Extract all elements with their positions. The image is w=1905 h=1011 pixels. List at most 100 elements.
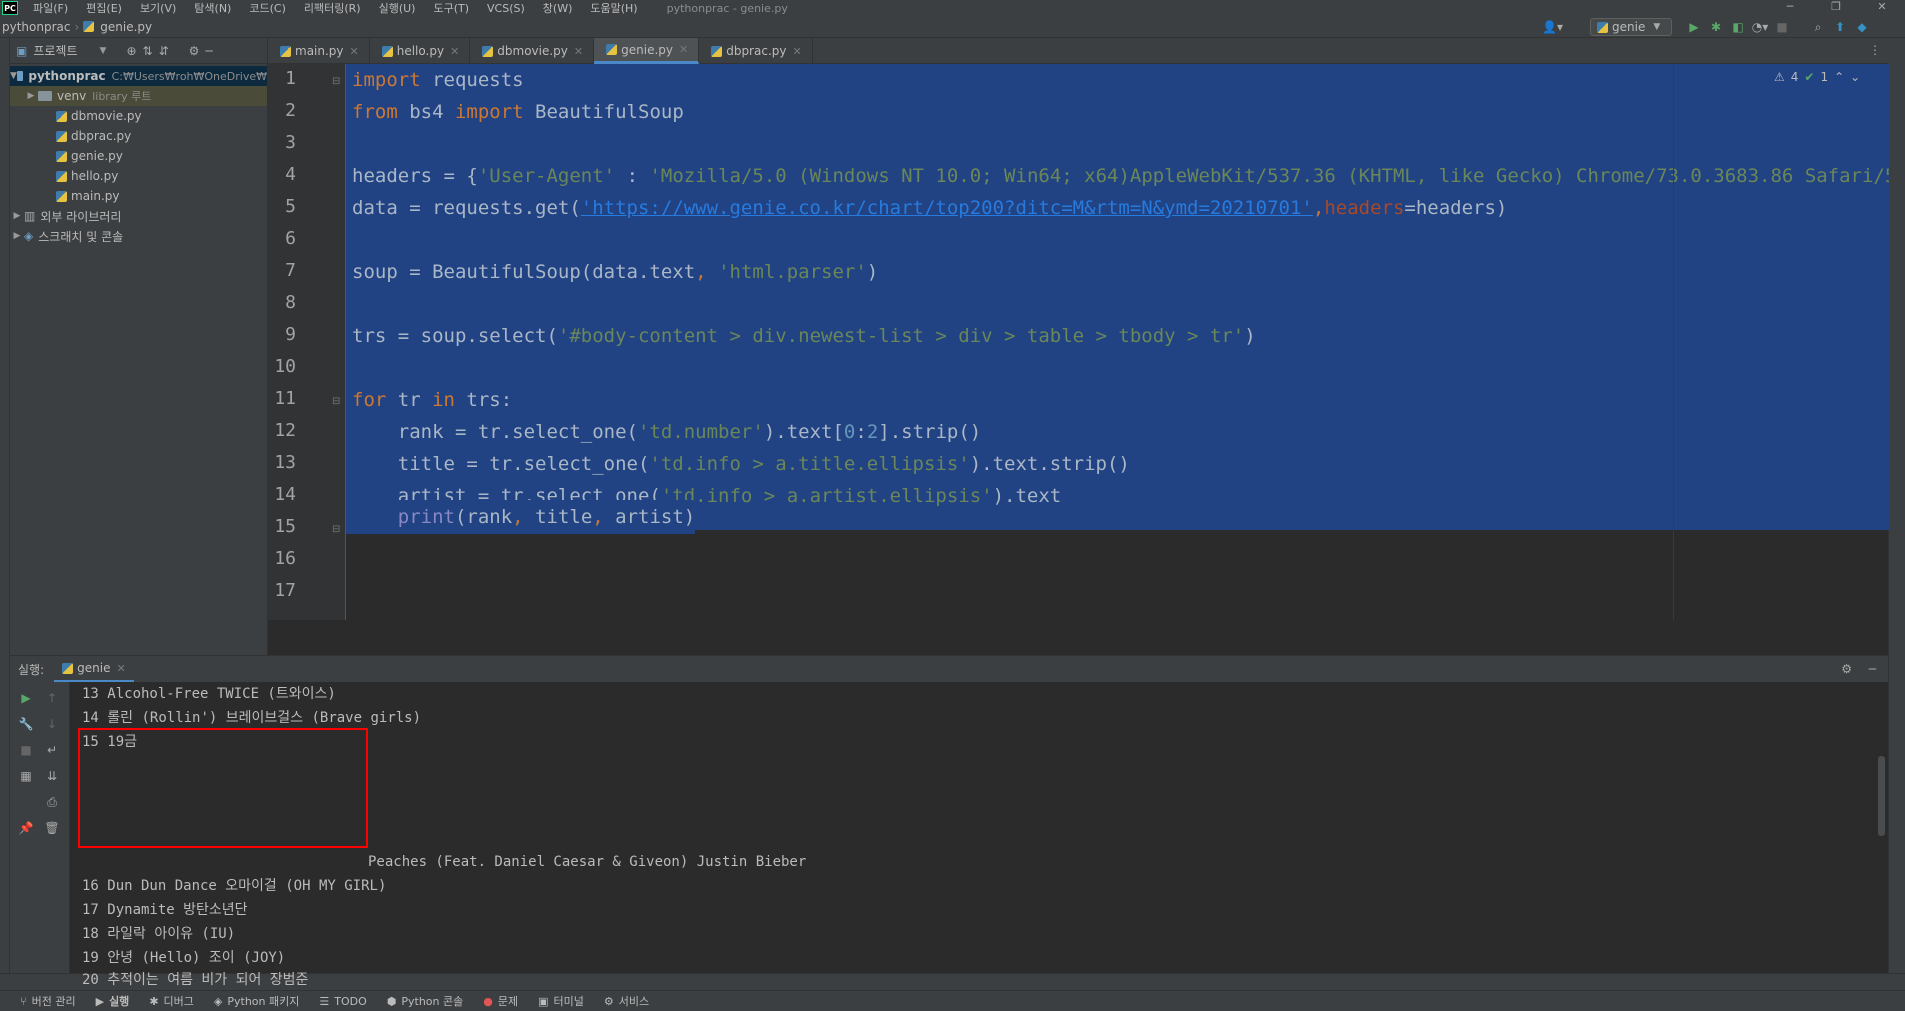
menu-tools[interactable]: 도구(T) <box>433 0 469 16</box>
tool-debug[interactable]: ✱ 디버그 <box>149 993 194 1009</box>
rerun-icon[interactable]: ▶ <box>18 690 34 706</box>
trash-icon[interactable]: 🗑 <box>44 820 60 836</box>
url-literal[interactable]: 'https://www.genie.co.kr/chart/top200?di… <box>581 197 1313 219</box>
tab-hello[interactable]: hello.py ✕ <box>370 38 471 64</box>
tab-dbprac[interactable]: dbprac.py ✕ <box>699 38 813 64</box>
chevron-down-icon[interactable]: ▼ <box>100 46 107 56</box>
string-literal: '#body-content > div.newest-list > div >… <box>557 325 1245 347</box>
services-icon: ⚙ <box>603 994 614 1008</box>
tool-run[interactable]: ▶ 실행 <box>96 993 130 1009</box>
more-tabs-icon[interactable]: ⋮ <box>1869 43 1881 57</box>
code-text: =headers) <box>1404 197 1508 219</box>
tree-item-venv[interactable]: ▶ venv library 루트 <box>10 86 267 106</box>
fold-icon[interactable]: ⊟ <box>332 76 340 87</box>
tab-genie[interactable]: genie.py ✕ <box>594 38 700 64</box>
tool-python-packages[interactable]: ◈ Python 패키지 <box>214 993 299 1009</box>
chevron-right-icon[interactable]: ▶ <box>10 231 24 241</box>
restore-icon[interactable]: ❐ <box>1813 0 1859 13</box>
stop-icon[interactable]: ■ <box>18 742 34 758</box>
scroll-to-end-icon[interactable]: ⇊ <box>44 768 60 784</box>
code-text: rank = tr.select_one( <box>352 421 638 443</box>
tree-item-file[interactable]: hello.py <box>10 166 267 186</box>
run-config-select[interactable]: genie ▼ <box>1590 18 1672 36</box>
fold-icon[interactable]: ⊟ <box>332 396 340 407</box>
wrench-icon[interactable]: 🔧 <box>18 716 34 732</box>
breadcrumb-project[interactable]: pythonprac <box>0 20 70 34</box>
search-icon[interactable]: ⌕ <box>1807 19 1829 35</box>
close-icon[interactable]: ✕ <box>1859 0 1905 13</box>
run-tab-genie[interactable]: genie ✕ <box>54 656 134 682</box>
close-tab-icon[interactable]: ✕ <box>350 45 359 58</box>
minimize-icon[interactable]: ─ <box>1767 0 1813 13</box>
tool-services[interactable]: ⚙ 서비스 <box>604 993 649 1009</box>
tool-vcs[interactable]: ⑂ 버전 관리 <box>20 993 76 1009</box>
tool-todo[interactable]: ☰ TODO <box>319 995 366 1008</box>
line-number: 13 <box>274 452 296 473</box>
project-panel-title[interactable]: 프로젝트 <box>33 42 77 59</box>
hide-icon[interactable]: ─ <box>205 44 212 58</box>
menu-vcs[interactable]: VCS(S) <box>487 2 525 15</box>
tool-problems[interactable]: ● 문제 <box>483 993 518 1009</box>
menu-navigate[interactable]: 탐색(N) <box>194 0 231 16</box>
hide-icon[interactable]: ─ <box>1869 662 1876 676</box>
code-text: (rank <box>454 506 513 528</box>
inspection-widget[interactable]: ⚠ 4 ✔ 1 ⌃ ⌄ <box>1774 70 1860 84</box>
close-tab-icon[interactable]: ✕ <box>792 45 801 58</box>
print-icon[interactable]: ⎙ <box>44 794 60 810</box>
console-line: 13 Alcohol-Free TWICE (트와이스) <box>82 686 336 702</box>
tab-dbmovie[interactable]: dbmovie.py ✕ <box>470 38 595 64</box>
debug-icon[interactable]: ✱ <box>1705 19 1727 35</box>
collapse-all-icon[interactable]: ⇵ <box>159 44 169 58</box>
gear-icon[interactable]: ⚙ <box>1841 662 1852 676</box>
tree-item-scratches[interactable]: ▶ ◈ 스크래치 및 콘솔 <box>10 226 267 246</box>
up-icon[interactable]: ↑ <box>44 690 60 706</box>
right-tool-strip <box>1888 38 1905 973</box>
gear-icon[interactable]: ⚙ <box>189 44 200 58</box>
plugin-icon[interactable]: ◆ <box>1851 19 1873 35</box>
close-tab-icon[interactable]: ✕ <box>679 43 688 56</box>
console-vscrollbar[interactable] <box>1878 756 1885 836</box>
profile-icon[interactable]: ◔▾ <box>1749 19 1771 35</box>
breadcrumb-file[interactable]: genie.py <box>98 20 152 34</box>
close-tab-icon[interactable]: ✕ <box>574 45 583 58</box>
menu-help[interactable]: 도움말(H) <box>590 0 637 16</box>
tree-item-file[interactable]: genie.py <box>10 146 267 166</box>
chevron-right-icon[interactable]: ▶ <box>24 91 38 101</box>
tree-item-file[interactable]: main.py <box>10 186 267 206</box>
tree-item-file[interactable]: dbmovie.py <box>10 106 267 126</box>
code-area[interactable]: import requests from bs4 import Beautifu… <box>346 64 1889 620</box>
menu-view[interactable]: 보기(V) <box>140 0 176 16</box>
tree-item-root[interactable]: ▼ pythonprac C:₩Users₩roh₩OneDrive₩ <box>10 66 267 86</box>
chevron-down-icon[interactable]: ▼ <box>10 71 17 81</box>
chevron-up-icon[interactable]: ⌃ <box>1834 70 1844 84</box>
stop-icon[interactable]: ■ <box>1771 19 1793 35</box>
user-icon[interactable]: 👤▾ <box>1542 20 1563 34</box>
down-icon[interactable]: ↓ <box>44 716 60 732</box>
soft-wrap-icon[interactable]: ↵ <box>44 742 60 758</box>
menu-bar: PC 파일(F) 편집(E) 보기(V) 탐색(N) 코드(C) 리팩터링(R)… <box>0 0 1905 16</box>
tree-item-external-libraries[interactable]: ▶ ▥ 외부 라이브러리 <box>10 206 267 226</box>
update-icon[interactable]: ⬆ <box>1829 19 1851 35</box>
chevron-down-icon[interactable]: ⌄ <box>1850 70 1860 84</box>
tab-label: genie.py <box>621 42 673 57</box>
chevron-right-icon[interactable]: ▶ <box>10 211 24 221</box>
tool-python-console[interactable]: ⬢ Python 콘솔 <box>387 993 463 1009</box>
coverage-icon[interactable]: ◧ <box>1727 19 1749 35</box>
tab-main[interactable]: main.py ✕ <box>268 38 370 64</box>
pin-icon[interactable]: 📌 <box>18 820 34 836</box>
close-tab-icon[interactable]: ✕ <box>116 662 125 675</box>
tool-terminal[interactable]: ▣ 터미널 <box>538 993 584 1009</box>
fold-icon[interactable]: ⊟ <box>332 524 340 535</box>
locate-icon[interactable]: ⊕ <box>126 44 136 58</box>
expand-all-icon[interactable]: ⇅ <box>143 44 153 58</box>
tree-item-file[interactable]: dbprac.py <box>10 126 267 146</box>
layout-icon[interactable]: ▦ <box>18 768 34 784</box>
menu-file[interactable]: 파일(F) <box>33 0 68 16</box>
menu-window[interactable]: 창(W) <box>543 0 573 16</box>
close-tab-icon[interactable]: ✕ <box>450 45 459 58</box>
run-icon[interactable]: ▶ <box>1683 19 1705 35</box>
menu-run[interactable]: 실행(U) <box>379 0 416 16</box>
menu-code[interactable]: 코드(C) <box>249 0 286 16</box>
menu-refactor[interactable]: 리팩터링(R) <box>304 0 361 16</box>
menu-edit[interactable]: 편집(E) <box>86 0 122 16</box>
